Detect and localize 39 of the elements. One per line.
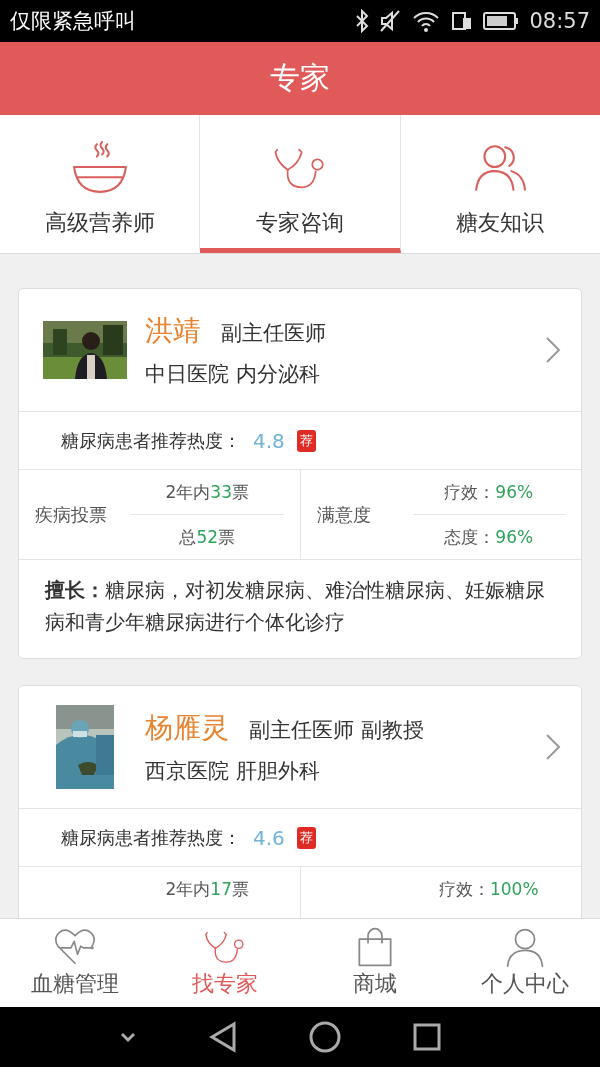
sim-icon [451, 9, 474, 33]
page-title: 专家 [270, 59, 330, 97]
expertise-text: 擅长：糖尿病，对初发糖尿病、难治性糖尿病、妊娠糖尿病和青少年糖尿病进行个体化诊疗 [43, 577, 546, 636]
total-votes: 总52票 [179, 525, 236, 549]
rating-label: 糖尿病患者推荐热度： [61, 825, 241, 850]
doctor-card[interactable]: 洪靖 副主任医师 中日医院 内分泌科 糖尿病患者推荐热度： 4.8 荐 疾病投票 2年内33票 总52票 满意度 疗效：96% 态度：96% 擅长：糖尿病，对初发糖尿病、难治性糖尿病、妊娠糖尿病和青少年糖尿病进行个体化诊疗 [18, 288, 582, 659]
category-tab[interactable]: 专家咨询 [200, 115, 401, 253]
doctor-title: 副主任医师 副教授 [249, 717, 424, 744]
doctor-name: 洪靖 [145, 313, 201, 349]
chevron-down-icon[interactable] [118, 1030, 138, 1044]
battery-icon [483, 11, 520, 31]
doctor-title: 副主任医师 [221, 320, 326, 347]
effect-rating: 疗效：100% [438, 877, 539, 901]
clock-text: 08:57 [529, 9, 590, 33]
chevron-right-icon[interactable] [545, 336, 561, 364]
satisfaction-label: 满意度 [316, 502, 372, 527]
heart-pulse-icon [53, 927, 97, 967]
recommend-badge: 荐 [296, 429, 316, 452]
hospital-department: 西京医院 肝胆外科 [145, 758, 321, 785]
home-icon[interactable] [308, 1020, 342, 1054]
doctor-card[interactable]: 杨雁灵 副主任医师 副教授 西京医院 肝胆外科 糖尿病患者推荐热度： 4.6 荐 2年内17票 疗效：100% [18, 685, 582, 918]
rating-label: 糖尿病患者推荐热度： [61, 428, 241, 453]
carrier-text: 仅限紧急呼叫 [10, 8, 137, 35]
attitude-rating: 态度：96% [444, 525, 534, 549]
effect-rating: 疗效：96% [444, 480, 534, 504]
recommend-badge: 荐 [296, 826, 316, 849]
back-icon[interactable] [208, 1021, 238, 1053]
recents-icon[interactable] [412, 1022, 442, 1052]
hospital-department: 中日医院 内分泌科 [145, 361, 321, 388]
mute-icon [379, 9, 402, 33]
chevron-right-icon[interactable] [545, 733, 561, 761]
doctor-name: 杨雁灵 [145, 710, 229, 746]
rating-value: 4.6 [253, 825, 285, 850]
recent-votes: 2年内33票 [165, 480, 249, 504]
rating-value: 4.8 [253, 428, 285, 453]
bowl-icon [71, 140, 128, 196]
votes-label: 疾病投票 [35, 502, 108, 527]
recent-votes: 2年内17票 [165, 877, 249, 901]
bluetooth-icon [355, 9, 370, 33]
